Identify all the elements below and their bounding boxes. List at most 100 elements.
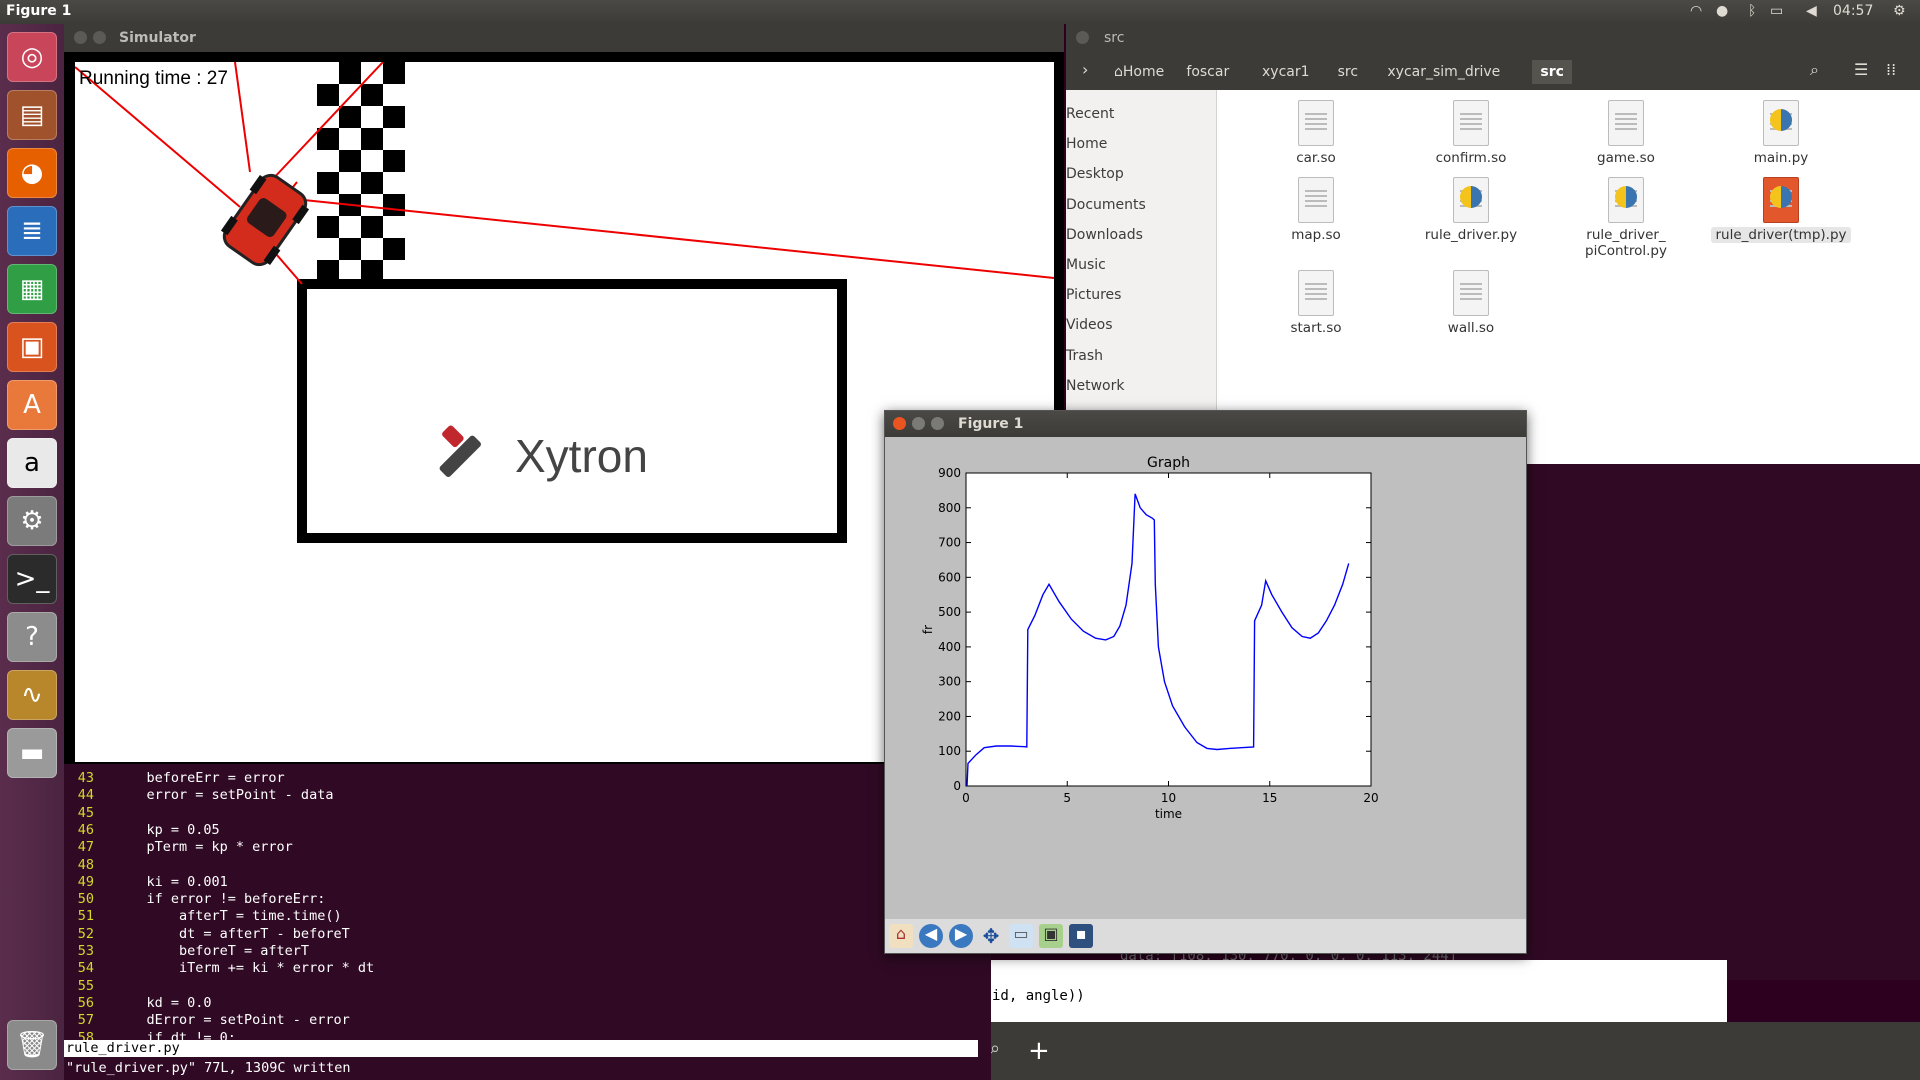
file-manager-window: src › ⌂Home foscar xycar1 src xycar_sim_driv… bbox=[1066, 24, 1920, 464]
oscilloscope-icon[interactable]: ∿ bbox=[7, 670, 57, 720]
line-number: 53 bbox=[77, 943, 94, 959]
terminal-icon[interactable]: >_ bbox=[7, 554, 57, 604]
launcher: ◎ ▤ ◕ ≣ ▦ ▣ A a ⚙ >_ ? ∿ ▬ 🗑 bbox=[0, 24, 65, 1080]
battery-icon[interactable]: ▭ bbox=[1770, 3, 1783, 19]
drive-icon[interactable]: ▬ bbox=[7, 728, 57, 778]
help-icon[interactable]: ? bbox=[7, 612, 57, 662]
minimize-button[interactable] bbox=[912, 417, 925, 430]
maximize-button[interactable] bbox=[931, 417, 944, 430]
sidebar-item-videos[interactable]: Videos bbox=[1066, 317, 1113, 333]
file-item[interactable]: start.so bbox=[1256, 270, 1376, 336]
code-text: beforeErr = error bbox=[114, 770, 285, 786]
code-text: kp = 0.05 bbox=[114, 821, 220, 838]
file-item[interactable]: rule_driver.py bbox=[1411, 177, 1531, 243]
sidebar-item-music[interactable]: Music bbox=[1066, 257, 1106, 273]
line-number: 47 bbox=[77, 839, 94, 856]
breadcrumb-item[interactable]: src bbox=[1532, 60, 1572, 84]
sidebar-item-desktop[interactable]: Desktop bbox=[1066, 166, 1124, 182]
sidebar-item-downloads[interactable]: Downloads bbox=[1066, 227, 1143, 243]
volume-icon[interactable]: ◀ bbox=[1806, 3, 1817, 19]
window-title: Simulator bbox=[119, 30, 196, 46]
file-item[interactable]: rule_driver(tmp).py bbox=[1711, 177, 1851, 243]
line-number: 51 bbox=[77, 908, 94, 925]
sidebar-item-recent[interactable]: Recent bbox=[1066, 106, 1114, 122]
file-name: start.so bbox=[1290, 320, 1342, 336]
inner-wall bbox=[297, 279, 847, 543]
writer-icon[interactable]: ≣ bbox=[7, 206, 57, 256]
file-name: game.so bbox=[1597, 150, 1655, 166]
document-file-icon bbox=[1453, 270, 1489, 316]
y-tick-label: 700 bbox=[938, 536, 961, 550]
home-icon[interactable]: ⌂ bbox=[889, 924, 913, 948]
sidebar-item-documents[interactable]: Documents bbox=[1066, 197, 1146, 213]
breadcrumb-item[interactable]: src bbox=[1330, 60, 1366, 84]
ubuntu-dash-icon[interactable]: ◎ bbox=[7, 32, 57, 82]
file-item[interactable]: wall.so bbox=[1411, 270, 1531, 336]
trash-icon[interactable]: 🗑 bbox=[7, 1020, 57, 1070]
breadcrumb-item[interactable]: ⌂Home bbox=[1106, 60, 1172, 84]
zoom-icon[interactable]: ▭ bbox=[1009, 924, 1033, 948]
minimize-button[interactable] bbox=[93, 31, 106, 44]
system-settings-icon[interactable]: ⚙ bbox=[7, 496, 57, 546]
file-item[interactable]: map.so bbox=[1256, 177, 1376, 243]
line-number: 48 bbox=[77, 856, 94, 873]
clock[interactable]: 04:57 bbox=[1833, 3, 1873, 19]
sidebar-item-pictures[interactable]: Pictures bbox=[1066, 287, 1121, 303]
search-icon[interactable]: ⌕ bbox=[990, 1038, 1000, 1059]
impress-icon[interactable]: ▣ bbox=[7, 322, 57, 372]
firefox-icon[interactable]: ◕ bbox=[7, 148, 57, 198]
lidar-ray bbox=[234, 61, 251, 173]
search-icon[interactable]: ⌕ bbox=[1810, 60, 1819, 80]
file-manager-titlebar[interactable]: src bbox=[1066, 24, 1920, 52]
document-file-icon bbox=[1298, 177, 1334, 223]
file-item[interactable]: confirm.so bbox=[1411, 100, 1531, 166]
forward-chevron-icon[interactable]: › bbox=[1082, 60, 1088, 79]
sidebar-item-home[interactable]: Home bbox=[1066, 136, 1107, 152]
bottom-toolbar: + ⌕ bbox=[990, 1022, 1920, 1080]
amazon-icon[interactable]: a bbox=[7, 438, 57, 488]
wifi-icon[interactable]: ◠ bbox=[1690, 3, 1702, 19]
files-icon[interactable]: ▤ bbox=[7, 90, 57, 140]
line-chart: 0 5 10 15 200100200300400500600700800900Grap… bbox=[921, 455, 1379, 821]
file-item[interactable]: car.so bbox=[1256, 100, 1376, 166]
y-tick-label: 900 bbox=[938, 466, 961, 480]
breadcrumb-item[interactable]: xycar1 bbox=[1254, 60, 1318, 84]
figure-titlebar[interactable]: Figure 1 bbox=[885, 411, 1526, 437]
file-item[interactable]: game.so bbox=[1566, 100, 1686, 166]
python-file-icon bbox=[1453, 177, 1489, 223]
file-name: rule_driver(tmp).py bbox=[1711, 227, 1851, 243]
close-button[interactable] bbox=[74, 31, 87, 44]
calc-icon[interactable]: ▦ bbox=[7, 264, 57, 314]
forward-arrow-icon[interactable]: ▶ bbox=[949, 924, 973, 948]
file-name: wall.so bbox=[1447, 320, 1495, 336]
browser-indicator-icon[interactable]: ● bbox=[1716, 3, 1728, 19]
software-center-icon[interactable]: A bbox=[7, 380, 57, 430]
close-button[interactable] bbox=[1076, 31, 1089, 44]
close-button[interactable] bbox=[893, 417, 906, 430]
back-arrow-icon[interactable]: ◀ bbox=[919, 924, 943, 948]
line-number: 44 bbox=[77, 787, 94, 804]
sidebar-item-trash[interactable]: Trash bbox=[1066, 348, 1103, 364]
settings-gear-icon[interactable]: ⚙ bbox=[1893, 3, 1906, 19]
x-tick-label: 0 bbox=[962, 791, 970, 805]
save-icon[interactable]: ▪ bbox=[1069, 924, 1093, 948]
grid-view-icon[interactable]: ⁞⁞ bbox=[1886, 60, 1896, 79]
window-title: Figure 1 bbox=[958, 416, 1024, 432]
editor-line-panel[interactable]: id, angle)) bbox=[990, 960, 1727, 1022]
file-item[interactable]: rule_driver_ piControl.py bbox=[1566, 177, 1686, 259]
simulator-titlebar[interactable]: Simulator bbox=[64, 24, 1064, 52]
bluetooth-icon[interactable]: ᛒ bbox=[1748, 3, 1756, 19]
breadcrumb-item[interactable]: foscar bbox=[1178, 60, 1237, 84]
breadcrumb-item[interactable]: xycar_sim_drive bbox=[1379, 60, 1508, 84]
pan-icon[interactable]: ✥ bbox=[979, 924, 1003, 948]
file-name: rule_driver_ piControl.py bbox=[1585, 227, 1667, 259]
file-name: rule_driver.py bbox=[1424, 227, 1518, 243]
add-icon[interactable]: + bbox=[1028, 1036, 1050, 1066]
file-name: car.so bbox=[1296, 150, 1336, 166]
sidebar-item-network[interactable]: Network bbox=[1066, 378, 1124, 394]
vim-terminal[interactable]: 43 beforeErr = error 44 error = setPoint … bbox=[64, 760, 991, 1080]
y-tick-label: 300 bbox=[938, 675, 961, 689]
configure-subplots-icon[interactable]: ▣ bbox=[1039, 924, 1063, 948]
file-item[interactable]: main.py bbox=[1721, 100, 1841, 166]
list-view-icon[interactable]: ☰ bbox=[1854, 60, 1868, 79]
